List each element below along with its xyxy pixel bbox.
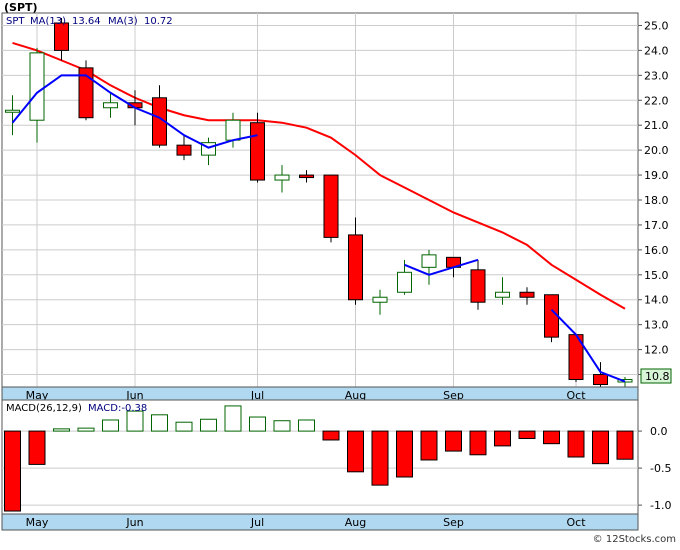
- candle-body: [274, 174, 290, 181]
- legend-ma13-value: 13.64: [72, 16, 101, 27]
- macd-tick-label: -1.0: [650, 499, 671, 512]
- candle-body: [348, 234, 363, 301]
- last-price-value: 10.8: [645, 370, 670, 383]
- symbol-title: (SPT): [4, 1, 38, 14]
- macd-bar: [224, 405, 242, 432]
- candle-body: [5, 109, 20, 113]
- macd-bar: [4, 430, 21, 512]
- macd-bar: [53, 428, 70, 432]
- macd-bar: [249, 416, 266, 432]
- macd-value-label: MACD:-0.38: [88, 403, 147, 414]
- candle: [544, 294, 559, 343]
- macd-bar: [371, 430, 389, 486]
- macd-bar: [347, 430, 364, 473]
- macd-bar: [151, 414, 168, 432]
- price-tick-label: 12.0: [644, 344, 669, 357]
- price-tick-label: 22.0: [644, 94, 669, 107]
- price-tick-label: 25.0: [644, 19, 669, 32]
- macd-bar: [518, 430, 536, 439]
- macd-bar: [396, 430, 413, 478]
- macd-bar: [175, 421, 193, 432]
- macd-bar: [200, 418, 217, 432]
- price-tick-label: 13.0: [644, 319, 669, 332]
- candle-body: [372, 296, 388, 303]
- candle-body: [299, 174, 314, 179]
- macd-bar: [494, 430, 511, 447]
- price-y-axis: 11.012.013.014.015.016.017.018.019.020.0…: [638, 19, 669, 382]
- legend-ma3-label: MA(3): [108, 16, 138, 27]
- candle: [78, 60, 94, 121]
- candle-body: [519, 291, 535, 298]
- macd-bar: [543, 430, 560, 445]
- macd-panel-frame: [1, 399, 639, 531]
- legend-ma13-label: MA(13): [30, 16, 66, 27]
- price-tick-label: 24.0: [644, 44, 669, 57]
- candle-body: [54, 22, 69, 51]
- macd-bar: [445, 430, 462, 452]
- candle-body: [593, 374, 608, 386]
- price-tick-label: 15.0: [644, 269, 669, 282]
- chart-svg: (SPT) 11.012.013.014.015.016.017.018.019…: [1, 1, 676, 545]
- macd-bar: [102, 419, 119, 432]
- macd-label: MACD(26,12,9): [6, 403, 82, 414]
- macd-x-axis-band: [1, 513, 639, 531]
- price-tick-label: 16.0: [644, 244, 669, 257]
- month-label: Sep: [443, 516, 464, 529]
- macd-bar: [273, 420, 291, 432]
- macd-bar: [298, 419, 315, 432]
- price-tick-label: 17.0: [644, 219, 669, 232]
- candle: [323, 174, 339, 243]
- macd-bar: [567, 430, 585, 458]
- legend-symbol: SPT: [6, 16, 25, 27]
- price-tick-label: 18.0: [644, 194, 669, 207]
- price-tick-label: 19.0: [644, 169, 669, 182]
- candle-body: [397, 271, 412, 293]
- macd-bar: [77, 427, 95, 432]
- macd-y-axis: 0.0 -0.5 -1.0: [638, 425, 671, 512]
- watermark: © 12Stocks.com: [593, 534, 676, 545]
- candle-body: [323, 174, 339, 238]
- macd-bar: [469, 430, 487, 456]
- legend-ma3-value: 10.72: [144, 16, 173, 27]
- macd-tick-label: 0.0: [650, 425, 668, 438]
- price-panel-frame: [1, 12, 639, 404]
- price-tick-label: 20.0: [644, 144, 669, 157]
- candle-body: [421, 254, 437, 268]
- candle-body: [250, 122, 265, 181]
- macd-bar: [420, 430, 438, 461]
- macd-tick-label: -0.5: [650, 462, 671, 475]
- candle-body: [103, 102, 118, 109]
- price-tick-label: 14.0: [644, 294, 669, 307]
- month-label: Oct: [566, 516, 586, 529]
- month-label: Aug: [345, 516, 366, 529]
- candle-body: [225, 119, 241, 141]
- macd-bar: [322, 430, 340, 441]
- month-label: May: [26, 516, 49, 529]
- candle: [250, 112, 265, 183]
- price-tick-label: 23.0: [644, 69, 669, 82]
- stock-chart: (SPT) 11.012.013.014.015.016.017.018.019…: [0, 0, 680, 546]
- candle-body: [470, 269, 486, 303]
- macd-bar: [28, 430, 46, 465]
- month-label: Jun: [125, 516, 143, 529]
- macd-bar: [126, 410, 144, 432]
- month-label: Jul: [250, 516, 264, 529]
- macd-bar: [616, 430, 634, 460]
- macd-bar: [592, 430, 609, 465]
- candle-body: [29, 52, 45, 121]
- price-tick-label: 21.0: [644, 119, 669, 132]
- candle-body: [176, 144, 192, 156]
- candle-body: [495, 291, 510, 298]
